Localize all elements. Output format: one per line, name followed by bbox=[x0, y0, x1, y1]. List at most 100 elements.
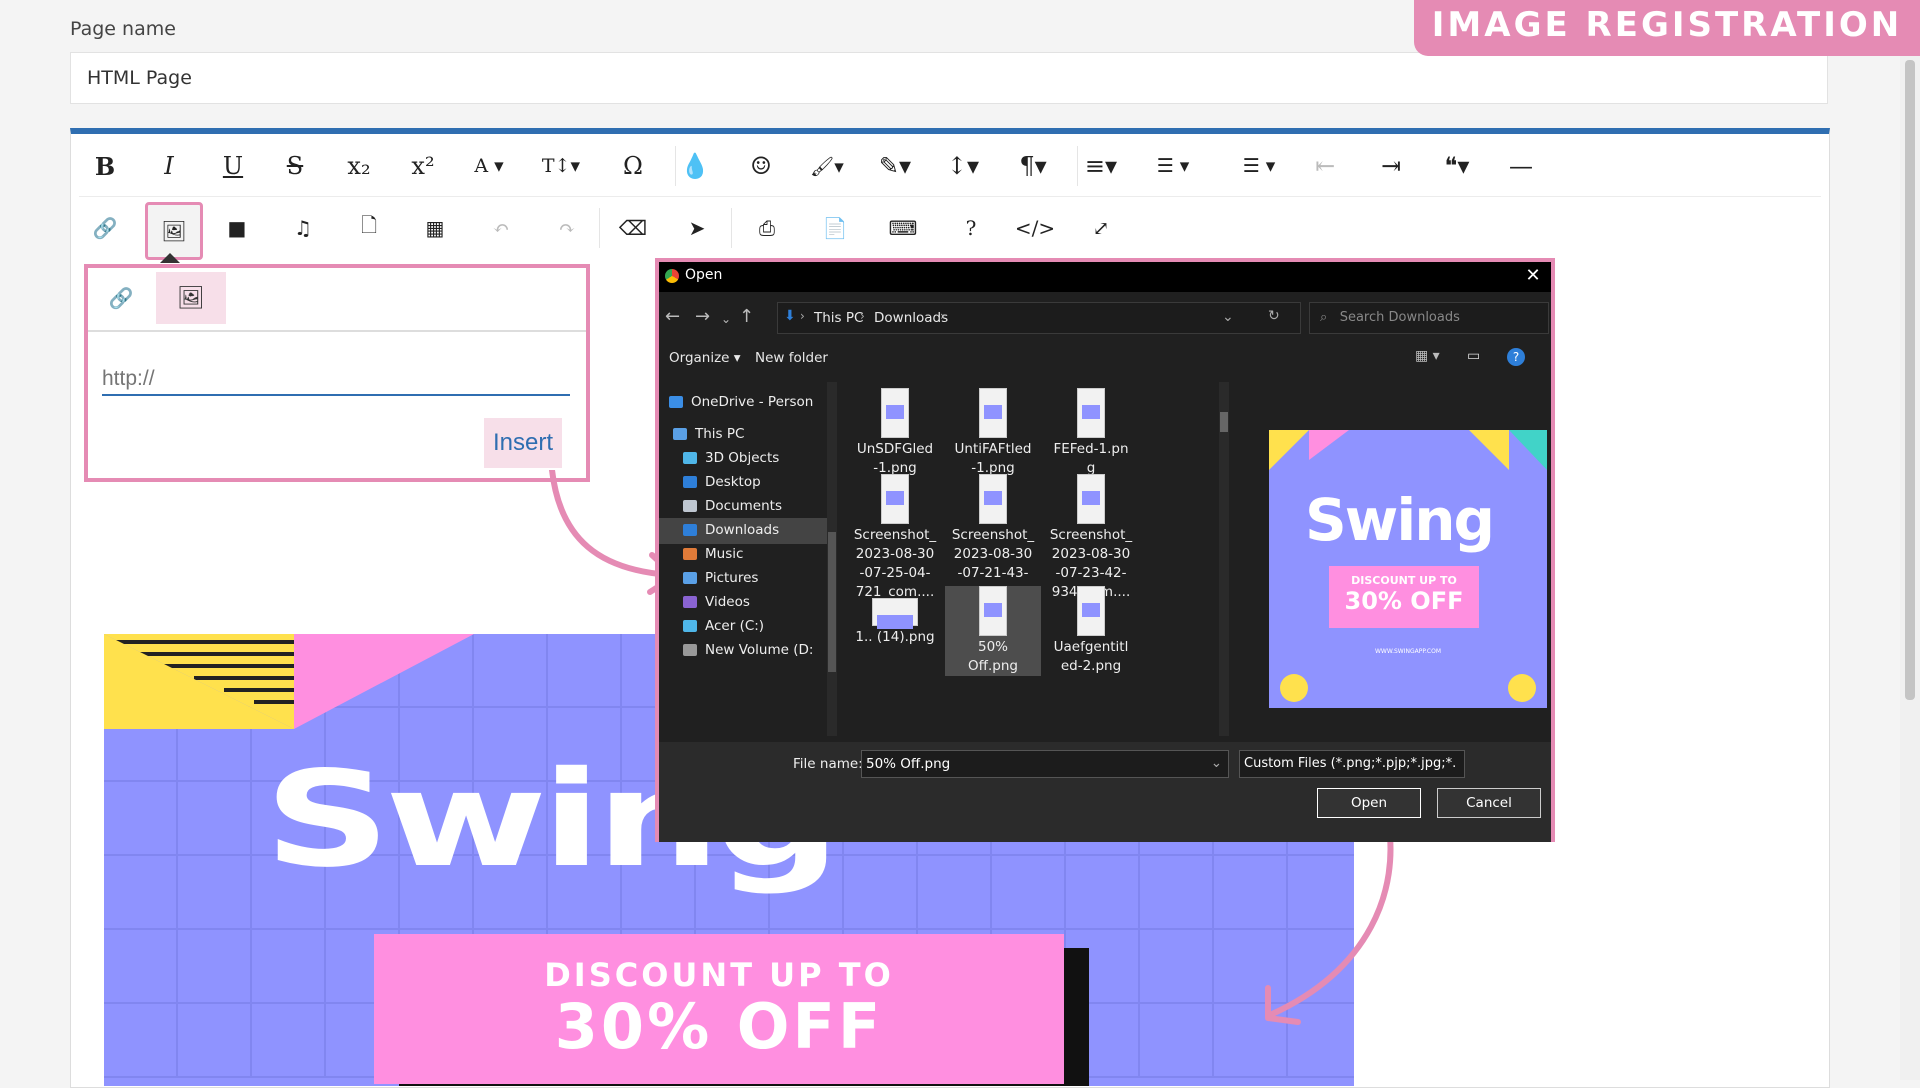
nav-item[interactable]: Desktop bbox=[659, 470, 827, 496]
preview-pane-icon[interactable]: ▭ bbox=[1467, 348, 1480, 364]
line-height-button[interactable]: ↕▾ bbox=[937, 140, 989, 192]
fullscreen-button[interactable]: ⤢ bbox=[1075, 202, 1127, 254]
file-name-line: UntiFAFtled bbox=[954, 441, 1032, 457]
download-icon: ⬇ bbox=[784, 308, 796, 324]
insert-button[interactable]: Insert bbox=[484, 418, 562, 468]
up-arrow-icon[interactable]: ↑ bbox=[739, 306, 754, 327]
nav-item[interactable]: OneDrive - Person bbox=[659, 390, 827, 416]
font-size-button[interactable]: T↕▾ bbox=[535, 140, 587, 192]
open-button[interactable]: Open bbox=[1317, 788, 1421, 818]
link-icon: 🔗 bbox=[108, 286, 134, 310]
magic-format-button[interactable]: ✎▾ bbox=[869, 140, 921, 192]
keyboard-button[interactable]: ⌨ bbox=[877, 202, 929, 254]
cancel-button[interactable]: Cancel bbox=[1437, 788, 1541, 818]
search-placeholder: Search Downloads bbox=[1339, 310, 1460, 325]
italic-button[interactable]: I bbox=[143, 140, 195, 192]
files-scrollbar[interactable] bbox=[1219, 382, 1229, 736]
file-item[interactable]: Screenshot_2023-08-30-07-23-42-934_com..… bbox=[1043, 474, 1139, 602]
insert-video-button[interactable]: ■ bbox=[211, 202, 263, 254]
subscript-button[interactable]: x₂ bbox=[333, 140, 385, 192]
dropdown-chevron-icon: ⌄ bbox=[1210, 755, 1222, 771]
clear-formatting-button[interactable]: ⌫ bbox=[607, 202, 659, 254]
file-item[interactable]: 50% Off.png bbox=[945, 586, 1041, 676]
nav-item[interactable]: Pictures bbox=[659, 566, 827, 592]
nav-item[interactable]: Downloads bbox=[659, 518, 827, 544]
close-icon[interactable]: ✕ bbox=[1521, 265, 1545, 289]
paint-format-button[interactable]: 🖌▾ bbox=[801, 140, 853, 192]
select-all-button[interactable]: ➤ bbox=[671, 202, 723, 254]
help-button[interactable]: ? bbox=[945, 202, 997, 254]
refresh-icon[interactable]: ↻ bbox=[1268, 308, 1280, 324]
nav-item[interactable]: Music bbox=[659, 542, 827, 568]
insert-image-button[interactable]: 🖼 bbox=[145, 202, 203, 260]
quote-button[interactable]: ❝▾ bbox=[1431, 140, 1483, 192]
unordered-list-button[interactable]: ☰ ▾ bbox=[1233, 140, 1285, 192]
file-name-line: ed-2.png bbox=[1060, 658, 1122, 674]
special-chars-button[interactable]: Ω bbox=[607, 140, 659, 192]
file-item[interactable]: UntiFAFtled -1.png bbox=[945, 388, 1041, 478]
file-type-filter[interactable]: Custom Files (*.png;*.pjp;*.jpg;*. bbox=[1239, 750, 1465, 778]
insert-audio-button[interactable]: ♫ bbox=[277, 202, 329, 254]
back-arrow-icon[interactable]: ← bbox=[665, 306, 680, 327]
dropdown-chevron-icon[interactable]: ⌄ bbox=[1222, 309, 1234, 325]
font-family-button[interactable]: A ▾ bbox=[463, 140, 515, 192]
new-folder-button[interactable]: New folder bbox=[755, 350, 828, 366]
insert-link-button[interactable]: 🔗 bbox=[79, 202, 131, 254]
file-name-line: -07-23-42- bbox=[1055, 565, 1127, 581]
navigation-pane: OneDrive - Person This PC 3D Objects Deskto… bbox=[659, 382, 837, 736]
breadcrumb-this-pc[interactable]: This PC bbox=[814, 310, 863, 326]
bold-button[interactable]: B bbox=[79, 140, 131, 192]
underline-button[interactable]: U bbox=[207, 140, 259, 192]
nav-item-label: OneDrive - Person bbox=[691, 394, 814, 410]
image-by-url-tab[interactable]: 🔗 bbox=[92, 272, 150, 324]
export-pdf-button[interactable]: 📄 bbox=[809, 202, 861, 254]
forward-arrow-icon[interactable]: → bbox=[695, 306, 710, 327]
breadcrumb-downloads[interactable]: Downloads bbox=[874, 310, 948, 326]
nav-item[interactable]: Documents bbox=[659, 494, 827, 520]
superscript-button[interactable]: x² bbox=[397, 140, 449, 192]
print-button[interactable]: ⎙ bbox=[741, 202, 793, 254]
page-scrollbar-thumb[interactable] bbox=[1905, 60, 1915, 700]
file-item[interactable]: Screenshot_ 2023-08-30 -07-25-04- 721_com..… bbox=[847, 474, 943, 602]
outdent-button[interactable]: ⇤ bbox=[1299, 140, 1351, 192]
insert-table-button[interactable]: ▦ bbox=[409, 202, 461, 254]
insert-file-button[interactable]: 🗋 bbox=[343, 202, 395, 254]
nav-item[interactable]: New Volume (D: bbox=[659, 638, 827, 664]
color-button[interactable]: 💧 bbox=[669, 140, 721, 192]
help-icon[interactable]: ? bbox=[1507, 348, 1525, 366]
nav-item-label: Music bbox=[705, 546, 744, 562]
nav-item[interactable]: Acer (C:) bbox=[659, 614, 827, 640]
recent-chevron-icon[interactable]: ⌄ bbox=[721, 312, 731, 326]
file-thumbnail bbox=[979, 474, 1007, 524]
toolbar-divider bbox=[79, 196, 1821, 197]
organize-menu[interactable]: Organize ▾ bbox=[669, 350, 741, 366]
file-item[interactable]: Uaefgentitl ed-2.png bbox=[1043, 586, 1139, 676]
file-item[interactable]: UnSDFGled -1.png bbox=[847, 388, 943, 478]
undo-button[interactable]: ↶ bbox=[475, 202, 527, 254]
code-view-button[interactable]: </> bbox=[1009, 202, 1061, 254]
file-name-input[interactable]: 50% Off.png ⌄ bbox=[861, 750, 1229, 778]
nav-item[interactable]: Videos bbox=[659, 590, 827, 616]
redo-button[interactable]: ↷ bbox=[541, 202, 593, 254]
search-downloads-input[interactable]: ⌕ Search Downloads bbox=[1309, 302, 1549, 334]
page-name-input[interactable]: HTML Page bbox=[70, 52, 1828, 104]
file-item[interactable]: FEFed-1.pn g bbox=[1043, 388, 1139, 478]
paragraph-format-button[interactable]: ¶▾ bbox=[1007, 140, 1059, 192]
nav-item-label: Acer (C:) bbox=[705, 618, 765, 634]
strikethrough-button[interactable]: S bbox=[269, 140, 321, 192]
emoji-button[interactable]: ☺ bbox=[735, 140, 787, 192]
image-url-input[interactable] bbox=[102, 364, 570, 396]
nav-item[interactable]: This PC bbox=[659, 422, 827, 448]
ordered-list-button[interactable]: ☰ ▾ bbox=[1147, 140, 1199, 192]
horizontal-line-button[interactable]: — bbox=[1495, 140, 1547, 192]
file-item[interactable]: 1.. (14).png bbox=[847, 598, 943, 647]
align-button[interactable]: ≡▾ bbox=[1075, 140, 1127, 192]
file-item[interactable]: Screenshot_2023-08-30-07-21-43-581_com..… bbox=[945, 474, 1041, 602]
view-options-icon[interactable]: ▦ ▾ bbox=[1415, 348, 1440, 364]
address-bar[interactable]: ⬇ › This PC › Downloads › ⌄ ↻ bbox=[777, 302, 1301, 334]
nav-scrollbar[interactable] bbox=[827, 382, 837, 736]
file-name-line: -07-21-43- bbox=[957, 565, 1029, 581]
indent-button[interactable]: ⇥ bbox=[1365, 140, 1417, 192]
image-upload-tab[interactable]: 🖼 bbox=[156, 272, 226, 324]
nav-item[interactable]: 3D Objects bbox=[659, 446, 827, 472]
